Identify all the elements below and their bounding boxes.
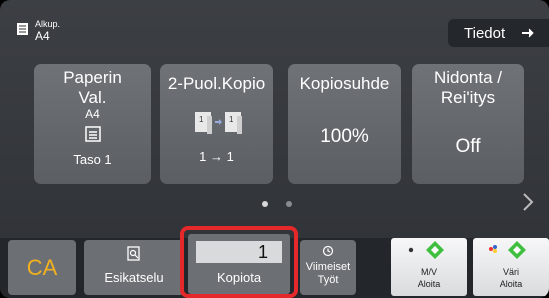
bw-start-label-2: Aloita [417,279,441,289]
page-dot-2[interactable] [286,201,292,207]
info-button[interactable]: Tiedot [448,19,549,47]
chevron-right-icon[interactable] [522,192,534,212]
color-start-label-2: Aloita [499,279,523,289]
staple-punch-tile[interactable]: Nidonta / Rei'itys Off [412,64,524,184]
bw-start-icon [408,241,444,259]
duplex-icon: 1 1 [194,112,242,134]
copy-ratio-title: Kopiosuhde [299,74,390,93]
svg-text:1: 1 [199,115,204,124]
bw-start-button[interactable]: M/V Aloita [391,238,467,296]
recent-jobs-button[interactable]: Viimeiset Työt [300,240,356,295]
original-size-indicator: Alkup. A4 [16,20,60,42]
history-icon [322,245,334,257]
staple-punch-title: Nidonta / Rei'itys [433,68,503,107]
paper-tray-value: Taso 1 [73,152,112,167]
copy-ratio-value: 100% [320,126,369,147]
page-dot-1[interactable] [262,201,268,207]
paper-size-value: A4 [85,107,100,121]
paper-select-tile[interactable]: Paperin Val. A4 Taso 1 [34,64,151,184]
clear-all-label: CA [26,254,58,280]
recent-jobs-label-2: Työt [317,274,339,286]
arrow-right-icon [522,28,534,38]
copies-label: Kopiota [216,270,262,285]
bw-start-label-1: M/V [420,267,437,277]
copies-count-field[interactable]: 1 [196,241,282,263]
duplex-copy-tile[interactable]: 2-Puol.Kopio 1 1 1 → 1 [160,64,273,184]
clear-all-button[interactable]: CA [8,240,76,295]
color-start-icon [489,241,526,259]
paper-select-title: Paperin Val. [63,68,122,107]
document-icon [17,23,28,35]
color-start-label-1: Väri [502,267,519,277]
original-size: A4 [35,29,50,43]
preview-label: Esikatselu [104,270,164,285]
duplex-mode-value: 1 → 1 [199,149,234,164]
copy-screen: Alkup. A4 Tiedot Paperin Val. A4 Taso 1 … [0,0,549,298]
original-label: Alkup. [35,19,61,29]
tray-icon [84,126,101,142]
copies-button[interactable]: 1 Kopiota [188,234,290,294]
info-button-label: Tiedot [464,24,506,42]
svg-text:1: 1 [229,115,234,124]
preview-button[interactable]: Esikatselu [84,240,184,295]
duplex-copy-title: 2-Puol.Kopio [167,74,266,93]
staple-punch-value: Off [455,136,481,157]
copy-ratio-tile[interactable]: Kopiosuhde 100% [288,64,401,184]
recent-jobs-label-1: Viimeiset [305,261,351,273]
color-start-button[interactable]: Väri Aloita [473,238,549,296]
preview-icon [127,246,140,261]
